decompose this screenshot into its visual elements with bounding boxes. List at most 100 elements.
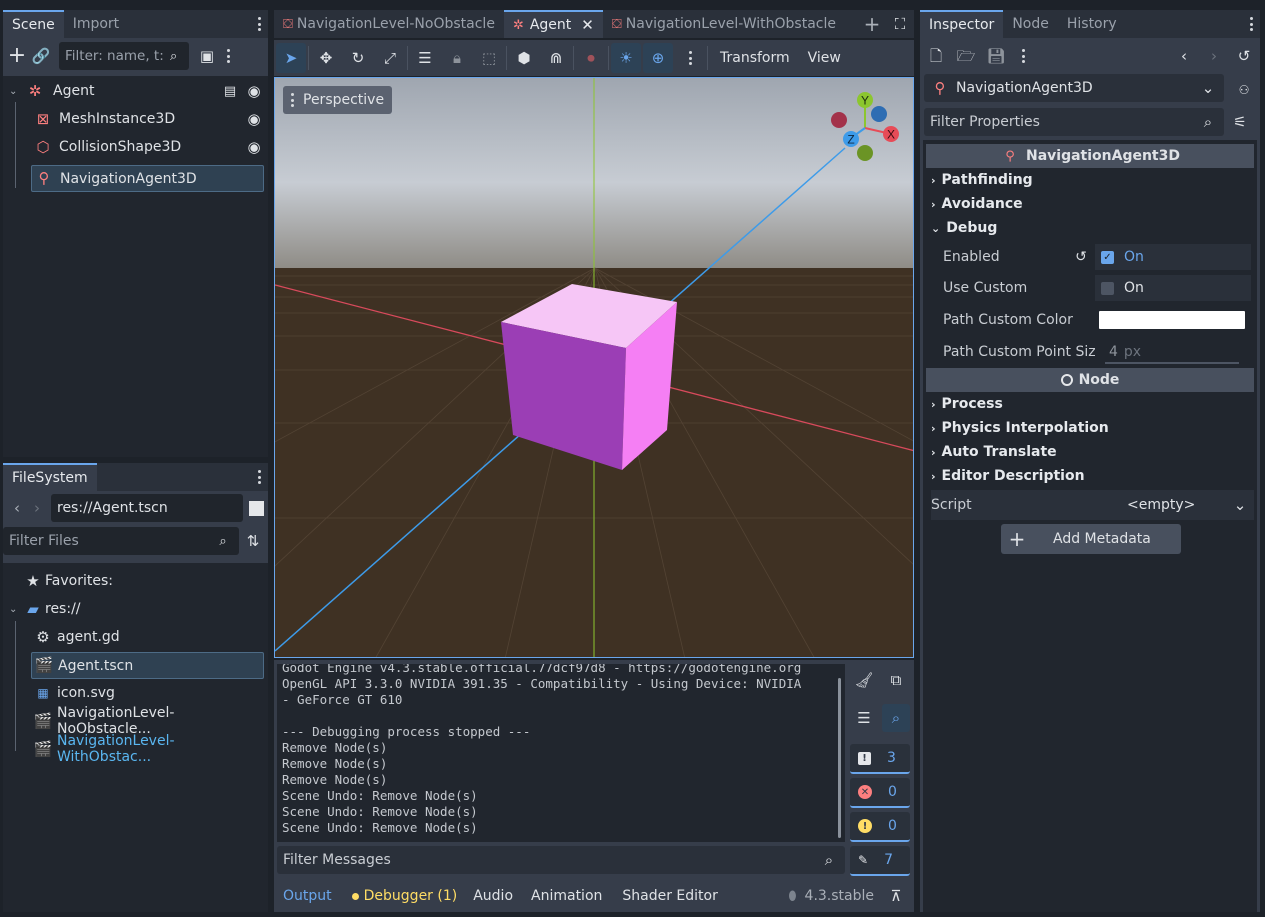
save-icon[interactable]: 💾︎ [986, 46, 1006, 66]
bottom-tab-output[interactable]: Output [283, 888, 332, 904]
console-scrollbar[interactable] [838, 678, 841, 838]
collapse-arrow-icon[interactable]: ⌄ [9, 86, 21, 97]
viewport-3d[interactable]: Perspective Y X Z [274, 77, 914, 658]
scene-tab[interactable]: ⛋ NavigationLevel-WithObstacle [603, 10, 845, 38]
view-gizmo[interactable]: Y X Z [825, 88, 905, 168]
filter-files-input[interactable]: Filter Files ⌕ [3, 527, 239, 555]
inspector-menu-icon[interactable] [1244, 15, 1258, 33]
tab-import[interactable]: Import [64, 10, 128, 38]
resource-options-icon[interactable] [1016, 47, 1030, 65]
transform-menu[interactable]: Transform [720, 50, 790, 66]
path-field[interactable]: res://Agent.tscn [51, 494, 243, 522]
open-folder-icon[interactable]: 🗁 [956, 46, 976, 66]
file-item[interactable]: 🎬 NavigationLevel-NoObstacle... [33, 705, 268, 737]
view-menu[interactable]: View [808, 50, 841, 66]
link-icon[interactable]: 🔗 [31, 46, 51, 66]
scale-tool-button[interactable]: ⤢ [375, 43, 405, 73]
editor-messages-button[interactable]: ✎ 7 [850, 846, 910, 876]
visibility-icon[interactable]: ◉ [244, 137, 264, 157]
visibility-icon[interactable]: ◉ [244, 81, 264, 101]
warnings-filter-button[interactable]: ! 0 [850, 812, 910, 842]
tune-icon[interactable]: ⚟ [1230, 112, 1250, 132]
scene-options-icon[interactable] [221, 47, 235, 65]
section-auto-translate[interactable]: › Auto Translate [923, 440, 1257, 464]
environment-toggle-button[interactable]: ⊕ [643, 43, 673, 73]
tab-scene[interactable]: Scene [3, 10, 64, 38]
filter-messages-input[interactable]: Filter Messages ⌕ [277, 846, 845, 874]
scene-tab-active[interactable]: ✲ Agent ✕ [503, 10, 603, 38]
lock-button[interactable]: 🔒︎ [442, 43, 472, 73]
bottom-tab-audio[interactable]: Audio [473, 888, 513, 904]
section-pathfinding[interactable]: › Pathfinding [923, 168, 1257, 192]
new-resource-icon[interactable]: 🗋 [926, 46, 946, 66]
local-space-button[interactable]: ⬢ [509, 43, 539, 73]
toolbar-options-icon[interactable] [683, 49, 697, 67]
file-item[interactable]: 🎬 NavigationLevel-WithObstac... [33, 733, 268, 765]
errors-filter-button[interactable]: ✕ 0 [850, 778, 910, 808]
tree-node-navigationagent[interactable]: ⚲ NavigationAgent3D [31, 165, 264, 192]
scene-tab[interactable]: ⛋ NavigationLevel-NoObstacle [274, 10, 504, 38]
color-picker-button[interactable] [1099, 311, 1245, 329]
tree-node-collisionshape[interactable]: ⬡ CollisionShape3D ◉ [33, 133, 264, 161]
script-icon[interactable]: ▤ [220, 81, 240, 101]
file-item[interactable]: ▦ icon.svg [33, 679, 115, 707]
section-debug[interactable]: ⌄ Debug [923, 216, 1257, 240]
section-process[interactable]: › Process [923, 392, 1257, 416]
add-tab-icon[interactable]: + [862, 14, 882, 34]
tab-filesystem[interactable]: FileSystem [3, 463, 97, 491]
instance-scene-icon[interactable]: ▣ [197, 46, 217, 66]
list-select-button[interactable]: ☰ [410, 43, 440, 73]
distraction-free-icon[interactable]: ⛶ [890, 14, 910, 34]
tab-inspector[interactable]: Inspector [920, 10, 1004, 38]
perspective-menu[interactable]: Perspective [283, 86, 393, 114]
tree-node-meshinstance[interactable]: ⊠ MeshInstance3D ◉ [33, 105, 264, 133]
expand-panel-icon[interactable]: ⊼ [886, 886, 906, 906]
group-button[interactable]: ⬚ [474, 43, 504, 73]
history-forward-icon[interactable]: › [1204, 46, 1224, 66]
move-tool-button[interactable]: ✥ [311, 43, 341, 73]
object-history-icon[interactable]: ↺ [1234, 46, 1254, 66]
node-selector[interactable]: ⚲ NavigationAgent3D ⌄ [924, 74, 1224, 102]
enabled-checkbox[interactable]: ✓ On [1095, 244, 1251, 270]
folder-res[interactable]: ⌄ ▰ res:// [9, 595, 81, 623]
favorites-item[interactable]: ★ Favorites: [23, 567, 113, 595]
rotate-tool-button[interactable]: ↻ [343, 43, 373, 73]
search-toggle-button[interactable]: ⌕ [882, 704, 910, 732]
collapse-icon[interactable]: ☰ [854, 708, 874, 728]
bottom-tab-debugger[interactable]: Debugger (1) [364, 888, 458, 904]
history-back-icon[interactable]: ‹ [1174, 46, 1194, 66]
camera-preview-button[interactable]: ⏺ [576, 43, 606, 73]
back-icon[interactable]: ‹ [7, 498, 27, 518]
chevron-down-icon[interactable]: ⌄ [1230, 495, 1250, 515]
file-item-selected[interactable]: 🎬 Agent.tscn [31, 652, 264, 679]
copy-icon[interactable]: ⧉ [886, 670, 906, 690]
section-physics-interpolation[interactable]: › Physics Interpolation [923, 416, 1257, 440]
use-custom-checkbox[interactable]: On [1095, 275, 1251, 301]
docs-icon[interactable]: ⚇ [1234, 80, 1254, 100]
forward-icon[interactable]: › [27, 498, 47, 518]
toggle-split-icon[interactable] [249, 500, 264, 516]
script-value[interactable]: <empty> [1127, 497, 1230, 513]
visibility-icon[interactable]: ◉ [244, 109, 264, 129]
close-icon[interactable]: ✕ [581, 16, 594, 34]
bottom-tab-shader-editor[interactable]: Shader Editor [622, 888, 717, 904]
bottom-tab-animation[interactable]: Animation [531, 888, 602, 904]
collapse-arrow-icon[interactable]: ⌄ [9, 604, 21, 615]
section-editor-description[interactable]: › Editor Description [923, 464, 1257, 488]
tree-node-agent[interactable]: ⌄ ✲ Agent ▤ ◉ [9, 77, 264, 105]
sun-toggle-button[interactable]: ☀ [611, 43, 641, 73]
filter-properties-input[interactable]: Filter Properties ⌕ [924, 108, 1224, 136]
tab-history[interactable]: History [1058, 10, 1126, 38]
snap-button[interactable]: ⋒ [541, 43, 571, 73]
add-metadata-button[interactable]: + Add Metadata [1001, 524, 1181, 554]
scene-menu-icon[interactable] [252, 15, 266, 33]
add-node-icon[interactable]: + [7, 45, 27, 67]
section-avoidance[interactable]: › Avoidance [923, 192, 1257, 216]
tab-node[interactable]: Node [1003, 10, 1058, 38]
revert-icon[interactable]: ↺ [1071, 247, 1091, 267]
messages-filter-button[interactable]: ! 3 [850, 744, 910, 774]
point-size-spinbox[interactable]: 4 px [1099, 339, 1243, 365]
select-tool-button[interactable]: ➤ [276, 43, 306, 73]
file-item[interactable]: ⚙ agent.gd [33, 623, 119, 651]
clear-icon[interactable]: 🧹︎ [854, 670, 874, 690]
